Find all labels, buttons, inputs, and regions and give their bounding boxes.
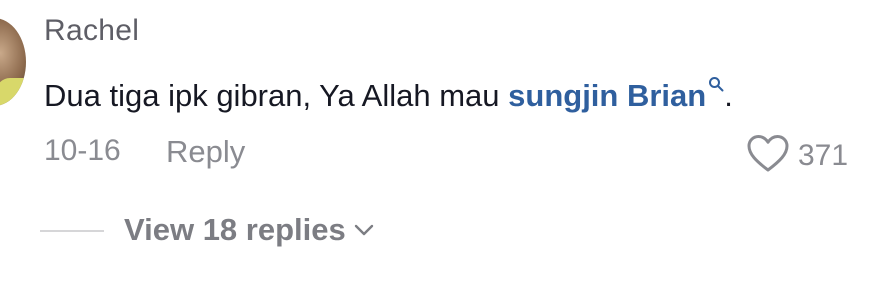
reply-button[interactable]: Reply xyxy=(166,134,245,170)
comment-text-end: . xyxy=(724,78,733,113)
like-button[interactable]: 371 xyxy=(746,133,848,178)
comment-username[interactable]: Rachel xyxy=(44,14,139,48)
view-replies-button[interactable]: View 18 replies xyxy=(124,212,374,248)
comment-text-body: Dua tiga ipk gibran, Ya Allah mau xyxy=(44,78,509,113)
chevron-down-icon[interactable] xyxy=(354,219,374,242)
avatar[interactable] xyxy=(0,18,26,106)
avatar-background xyxy=(0,78,26,106)
comment-date: 10-16 xyxy=(44,134,121,167)
search-icon xyxy=(708,64,724,92)
mention-text[interactable]: sungjin Brian xyxy=(508,78,706,113)
comment-text: Dua tiga ipk gibran, Ya Allah mau sungji… xyxy=(44,64,733,114)
heart-outline-icon[interactable] xyxy=(746,133,790,178)
like-count: 371 xyxy=(798,138,849,172)
mention-link[interactable]: sungjin Brian xyxy=(508,77,724,113)
replies-divider xyxy=(40,230,104,232)
view-replies-label[interactable]: View 18 replies xyxy=(124,212,346,248)
